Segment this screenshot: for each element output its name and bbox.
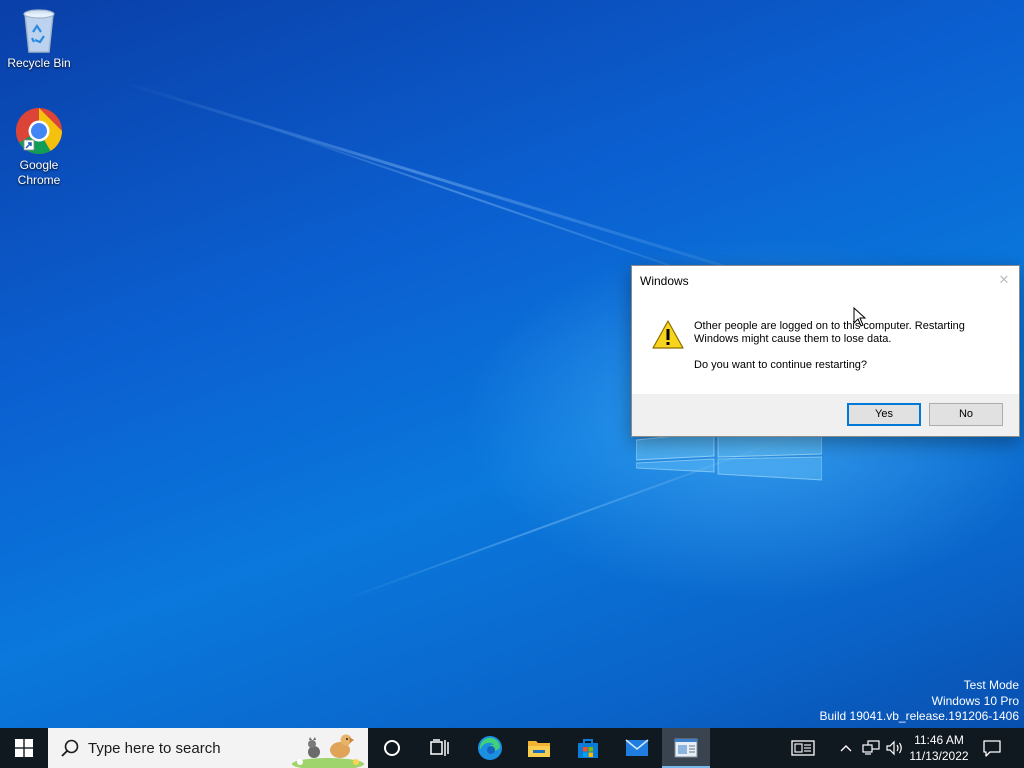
edge-taskbar-button[interactable] [466, 728, 514, 768]
restart-warning-dialog: Windows ✕ Other people are logged on to … [631, 265, 1020, 437]
chrome-icon [16, 108, 62, 154]
file-explorer-taskbar-button[interactable] [515, 728, 563, 768]
show-hidden-icons-button[interactable] [836, 728, 856, 768]
dialog-titlebar[interactable]: Windows ✕ [632, 266, 1019, 296]
windows-start-icon [15, 739, 33, 757]
volume-icon [886, 740, 902, 756]
search-highlight-art-icon [292, 734, 364, 768]
watermark-line-1: Test Mode [963, 678, 1019, 692]
start-button[interactable] [0, 728, 48, 768]
active-app-taskbar-button[interactable] [662, 728, 710, 768]
network-button[interactable] [860, 728, 882, 768]
store-icon [578, 739, 598, 758]
cortana-icon [384, 740, 400, 756]
action-center-button[interactable] [978, 728, 1006, 768]
taskbar-clock[interactable]: 11:46 AM 11/13/2022 [904, 732, 974, 764]
dialog-question: Do you want to continue restarting? [694, 359, 868, 371]
no-button[interactable]: No [929, 403, 1003, 426]
taskbar-search-box[interactable]: Type here to search [48, 728, 368, 768]
yes-button[interactable]: Yes [847, 403, 921, 426]
dialog-footer: Yes No [632, 394, 1019, 436]
news-icon [791, 740, 815, 756]
recycle-bin-label: Recycle Bin [7, 56, 71, 70]
dialog-title: Windows [640, 274, 689, 288]
edge-icon [478, 736, 502, 760]
clock-time: 11:46 AM [914, 733, 964, 747]
file-explorer-icon [528, 741, 550, 757]
notification-icon [983, 740, 1001, 757]
clock-date: 11/13/2022 [909, 749, 969, 763]
close-icon[interactable]: ✕ [989, 266, 1019, 296]
task-view-button[interactable] [416, 728, 464, 768]
chrome-label: Google Chrome [17, 158, 61, 187]
news-widget-button[interactable] [786, 728, 820, 768]
task-view-icon [430, 739, 449, 756]
desktop-icon-google-chrome[interactable]: Google Chrome [3, 106, 75, 188]
test-mode-watermark: Test Mode Windows 10 Pro Build 19041.vb_… [820, 678, 1020, 725]
desktop-icon-recycle-bin[interactable]: Recycle Bin [3, 8, 75, 71]
mail-taskbar-button[interactable] [613, 728, 661, 768]
mail-icon [625, 739, 649, 756]
cortana-button[interactable] [368, 728, 416, 768]
store-taskbar-button[interactable] [564, 728, 612, 768]
dialog-body: Other people are logged on to this compu… [632, 296, 1019, 394]
volume-button[interactable] [884, 728, 906, 768]
taskbar: Type here to search 11:46 AM 11/13/2022 [0, 728, 1024, 768]
mouse-cursor-icon [853, 307, 867, 327]
recycle-bin-icon [23, 9, 55, 53]
network-icon [862, 740, 880, 755]
dialog-message: Other people are logged on to this compu… [694, 320, 965, 345]
search-icon [61, 739, 79, 757]
chevron-up-icon [840, 745, 852, 752]
warning-icon [652, 320, 684, 349]
watermark-line-2: Windows 10 Pro [931, 693, 1019, 708]
watermark-line-3: Build 19041.vb_release.191206-1406 [819, 709, 1020, 723]
search-placeholder: Type here to search [88, 740, 221, 757]
active-app-icon [674, 738, 698, 758]
